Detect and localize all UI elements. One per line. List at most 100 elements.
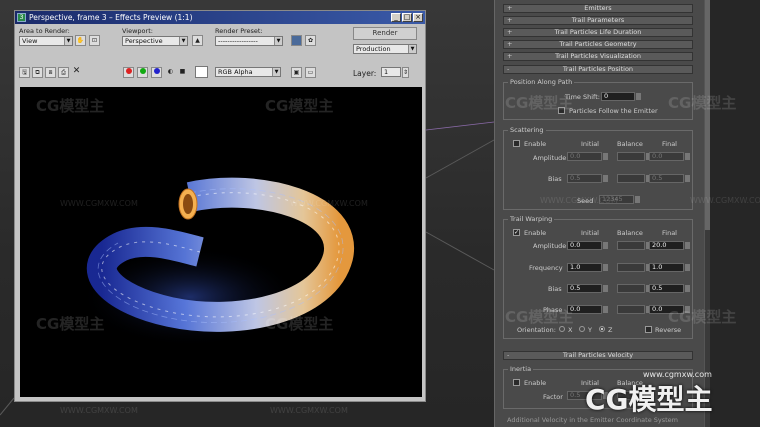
viewport-label: Viewport: bbox=[122, 27, 153, 35]
viewport-value: Perspective bbox=[125, 37, 163, 45]
column-balance-label: Balance bbox=[617, 140, 643, 148]
rollout-label: Trail Particles Visualization bbox=[555, 52, 641, 60]
rollout-sign: + bbox=[507, 4, 513, 12]
minimize-button[interactable]: _ bbox=[391, 13, 401, 22]
rollout-visualization[interactable]: + Trail Particles Visualization bbox=[503, 52, 693, 61]
area-to-render-select[interactable]: View ▼ bbox=[19, 36, 73, 46]
watermark-logo: CG模型主 bbox=[505, 94, 574, 112]
render-button[interactable]: Render bbox=[353, 27, 417, 40]
warping-frequency-initial-spinner[interactable]: 1.0 bbox=[567, 263, 608, 272]
rollout-trail-parameters[interactable]: + Trail Parameters bbox=[503, 16, 693, 25]
orientation-z-radio[interactable] bbox=[599, 326, 605, 332]
scattering-bias-balance-spinner[interactable] bbox=[617, 174, 651, 183]
scattering-bias-final-spinner[interactable]: 0.5 bbox=[649, 174, 690, 183]
rollout-life-duration[interactable]: + Trail Particles Life Duration bbox=[503, 28, 693, 37]
watermark-logo: CG模型主 bbox=[265, 97, 334, 115]
warping-bias-balance-spinner[interactable] bbox=[617, 284, 651, 293]
scattering-amplitude-label: Amplitude bbox=[533, 154, 567, 162]
reverse-label: Reverse bbox=[655, 326, 682, 334]
green-channel-icon[interactable] bbox=[137, 67, 148, 78]
display-toggle-icon[interactable]: ▣ bbox=[291, 67, 302, 78]
lock-viewport-icon[interactable]: ▲ bbox=[192, 35, 203, 46]
watermark-logo: CG模型主 bbox=[265, 315, 334, 333]
scattering-enable-checkbox[interactable] bbox=[513, 140, 520, 147]
rollout-geometry[interactable]: + Trail Particles Geometry bbox=[503, 40, 693, 49]
watermark-logo: CG模型主 bbox=[505, 308, 574, 326]
watermark-url: WWW.CGMXW.COM bbox=[270, 406, 348, 415]
frame-window-icon[interactable]: ▭ bbox=[305, 67, 316, 78]
warping-bias-initial-spinner[interactable]: 0.5 bbox=[567, 284, 608, 293]
scattering-bias-label: Bias bbox=[548, 175, 562, 183]
layer-spin-arrows-icon[interactable]: ⇕ bbox=[402, 67, 409, 78]
group-title: Inertia bbox=[508, 365, 534, 373]
environment-gear-icon[interactable]: ✿ bbox=[305, 35, 316, 46]
watermark-url: WWW.CGMXW.COM bbox=[540, 196, 618, 205]
red-channel-icon[interactable] bbox=[123, 67, 134, 78]
warping-amplitude-label: Amplitude bbox=[533, 242, 567, 250]
close-button[interactable]: × bbox=[413, 13, 423, 22]
rollout-position[interactable]: - Trail Particles Position bbox=[503, 65, 693, 74]
color-swatch[interactable] bbox=[195, 66, 208, 78]
rollout-emitters[interactable]: + Emitters bbox=[503, 4, 693, 13]
scattering-bias-initial-spinner[interactable]: 0.5 bbox=[567, 174, 608, 183]
window-titlebar[interactable]: 3 Perspective, frame 3 – Effects Preview… bbox=[15, 11, 425, 24]
layer-label: Layer: bbox=[353, 69, 377, 78]
warping-frequency-balance-spinner[interactable] bbox=[617, 263, 651, 272]
column-initial-label: Initial bbox=[581, 229, 599, 237]
orientation-y-label: Y bbox=[588, 326, 592, 334]
warping-enable-checkbox[interactable]: ✓ bbox=[513, 229, 520, 236]
scattering-amplitude-final-spinner[interactable]: 0.0 bbox=[649, 152, 690, 161]
render-setup-icon[interactable] bbox=[291, 35, 302, 46]
group-title: Position Along Path bbox=[508, 78, 575, 86]
orientation-y-radio[interactable] bbox=[579, 326, 585, 332]
group-title: Scattering bbox=[508, 126, 546, 134]
dropdown-arrow-icon: ▼ bbox=[64, 37, 72, 45]
rollout-sign: + bbox=[507, 52, 513, 60]
rollout-sign: - bbox=[507, 65, 510, 73]
site-logo-text: CG模型主 bbox=[585, 383, 713, 416]
maximize-button[interactable]: □ bbox=[402, 13, 412, 22]
time-shift-spinner[interactable]: 0 bbox=[601, 92, 641, 101]
monochrome-icon[interactable]: ■ bbox=[177, 67, 188, 78]
warping-amplitude-initial-spinner[interactable]: 0.0 bbox=[567, 241, 608, 250]
orientation-label: Orientation: bbox=[517, 326, 556, 334]
clear-icon[interactable]: ✕ bbox=[71, 67, 82, 78]
orientation-x-label: X bbox=[568, 326, 573, 334]
blue-channel-icon[interactable] bbox=[151, 67, 162, 78]
print-icon[interactable]: ⎙ bbox=[58, 67, 69, 78]
inertia-enable-checkbox[interactable] bbox=[513, 379, 520, 386]
rollout-velocity[interactable]: - Trail Particles Velocity bbox=[503, 351, 693, 360]
save-image-icon[interactable]: 🖫 bbox=[19, 67, 30, 78]
alpha-channel-icon[interactable]: ◐ bbox=[165, 67, 176, 78]
reverse-checkbox[interactable] bbox=[645, 326, 652, 333]
warping-phase-balance-spinner[interactable] bbox=[617, 305, 651, 314]
warping-amplitude-final-spinner[interactable]: 20.0 bbox=[649, 241, 690, 250]
production-select[interactable]: Production ▼ bbox=[353, 44, 417, 54]
region-edit-icon[interactable]: ✋ bbox=[75, 35, 86, 46]
warping-frequency-label: Frequency bbox=[529, 264, 563, 272]
render-preset-select[interactable]: ----------------- ▼ bbox=[215, 36, 283, 46]
clone-window-icon[interactable]: ⧈ bbox=[45, 67, 56, 78]
site-logo: www.cgmxw.com CG模型主 bbox=[585, 368, 755, 418]
watermark-url: WWW.CGMXW.COM bbox=[60, 406, 138, 415]
copy-image-icon[interactable]: ⧉ bbox=[32, 67, 43, 78]
warping-frequency-final-spinner[interactable]: 1.0 bbox=[649, 263, 690, 272]
watermark-url: WWW.CGMXW.COM bbox=[60, 199, 138, 208]
rollout-sign: + bbox=[507, 40, 513, 48]
layer-spinner[interactable]: 1 bbox=[381, 67, 401, 77]
scattering-amplitude-initial-spinner[interactable]: 0.0 bbox=[567, 152, 608, 161]
area-to-render-value: View bbox=[22, 37, 38, 45]
rollout-sign: - bbox=[507, 351, 510, 359]
scattering-amplitude-balance-spinner[interactable] bbox=[617, 152, 651, 161]
region-auto-icon[interactable]: ⊡ bbox=[89, 35, 100, 46]
warping-bias-final-spinner[interactable]: 0.5 bbox=[649, 284, 690, 293]
warping-amplitude-balance-spinner[interactable] bbox=[617, 241, 651, 250]
viewport-select[interactable]: Perspective ▼ bbox=[122, 36, 188, 46]
layer-value: 1 bbox=[384, 68, 389, 76]
rollout-label: Trail Particles Life Duration bbox=[554, 28, 642, 36]
inertia-enable-label: Enable bbox=[524, 379, 547, 387]
watermark-logo: CG模型主 bbox=[36, 97, 105, 115]
channel-select[interactable]: RGB Alpha ▼ bbox=[215, 67, 281, 77]
render-viewport[interactable]: CG模型主 CG模型主 WWW.CGMXW.COM WWW.CGMXW.COM … bbox=[20, 87, 422, 397]
dropdown-arrow-icon: ▼ bbox=[408, 45, 416, 53]
